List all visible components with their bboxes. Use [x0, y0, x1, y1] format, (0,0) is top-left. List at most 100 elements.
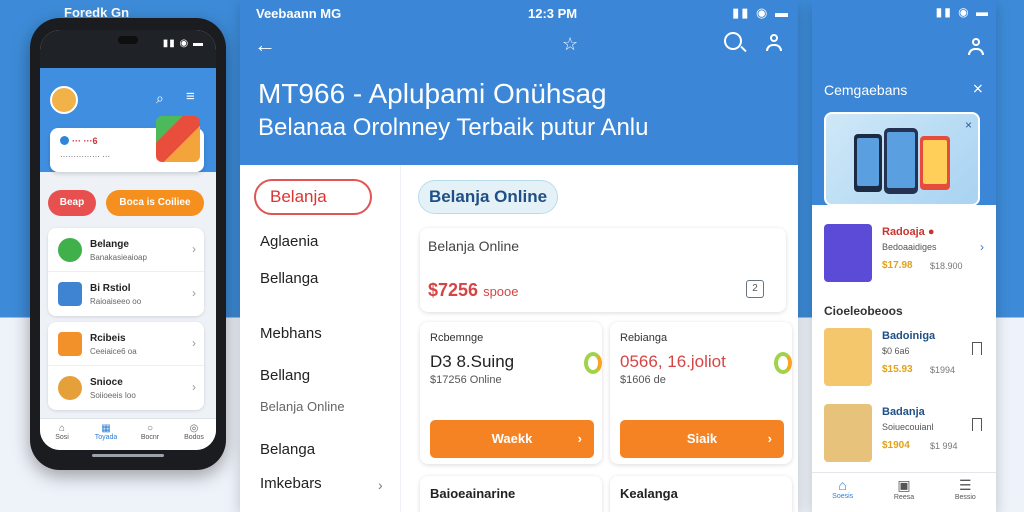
- bookmark-icon[interactable]: [972, 418, 982, 431]
- list-item[interactable]: Belange Banakasieaioap ›: [48, 228, 204, 272]
- close-icon[interactable]: ⨯: [972, 80, 984, 97]
- product-thumbnail: [824, 328, 872, 386]
- category-sidebar: Belanja Aglaenia Bellanga Mebhans Bellan…: [240, 165, 400, 512]
- circle-icon: ○: [146, 423, 154, 434]
- phone-mockup: ▮▮ ◉ ▬ ⌕ ≡ ··· ···6 ··············· ··· …: [30, 18, 226, 470]
- item-sub: $0 6a6: [882, 346, 910, 356]
- sidebar-item[interactable]: Bellanga: [260, 270, 318, 287]
- promo-banner[interactable]: ×: [824, 112, 980, 206]
- item-icon: [58, 332, 82, 356]
- nav-item-home[interactable]: ⌂ Soesis: [812, 473, 873, 512]
- chevron-right-icon: ›: [577, 431, 582, 446]
- nav-item-orders[interactable]: ▣ Reesa: [873, 473, 934, 512]
- nav-item-home[interactable]: ⌂ Sosi: [40, 419, 84, 450]
- status-icons: ▮▮ ◉ ▬: [162, 38, 204, 49]
- category-chip-active[interactable]: Belanja: [254, 179, 372, 215]
- item-price-old: $1 994: [930, 441, 958, 451]
- nav-item-search[interactable]: ○ Bocnr: [128, 419, 172, 450]
- list-item[interactable]: Snioce Soiioeeis Ioo ›: [48, 366, 204, 410]
- checkbox[interactable]: 2: [746, 280, 764, 298]
- search-icon[interactable]: [724, 32, 742, 50]
- sidebar-item[interactable]: Bellang: [260, 367, 310, 384]
- bookmark-icon[interactable]: [972, 342, 982, 355]
- sidebar-item[interactable]: Aglaenia: [260, 233, 318, 250]
- product-card[interactable]: Rcbemnge D3 8.Suing $17256 Online Waekk ›: [420, 322, 602, 464]
- product-title: D3 8.Suing: [430, 352, 515, 371]
- sidebar-item[interactable]: Belanja Online: [260, 399, 345, 414]
- item-icon: [58, 282, 82, 306]
- list-item[interactable]: Rcibeis Ceeiaice6 oa ›: [48, 322, 204, 366]
- nav-label: Bodos: [184, 434, 204, 441]
- item-sub: Ceeiaice6 oa: [90, 347, 137, 356]
- item-price-old: $18.900: [930, 261, 963, 271]
- nav-item-apps[interactable]: ▦ Toyada: [84, 419, 128, 450]
- product-kicker: Rebianga: [620, 332, 668, 344]
- promo-banner[interactable]: ··· ···6 ··············· ···: [50, 116, 204, 172]
- product-card[interactable]: Baioeainarine: [420, 476, 602, 512]
- status-time: 12:3 PM: [528, 6, 578, 21]
- featured-card[interactable]: Belanja Online $7256 spooe 2: [420, 228, 786, 312]
- nav-item-menu[interactable]: ☰ Bessio: [935, 473, 996, 512]
- product-title: Kealanga: [620, 486, 678, 501]
- avatar[interactable]: [50, 86, 78, 114]
- item-name: Snioce: [90, 377, 123, 388]
- item-sub: Bedoaaidiges: [882, 242, 937, 252]
- buy-button[interactable]: Siaik ›: [620, 420, 784, 458]
- chevron-right-icon: ›: [192, 336, 196, 350]
- tab-active-chip[interactable]: Belanja Online: [418, 180, 558, 214]
- home-icon: ⌂: [838, 477, 847, 493]
- product-thumbnail: [824, 224, 872, 282]
- phone-illustration: [854, 134, 882, 192]
- chevron-right-icon: ›: [767, 431, 772, 446]
- sidebar-item[interactable]: Belanga: [260, 441, 315, 458]
- buy-button[interactable]: Waekk ›: [430, 420, 594, 458]
- chevron-right-icon: ›: [378, 477, 383, 493]
- item-sub: Soiioeeis Ioo: [90, 391, 136, 400]
- search-icon[interactable]: ⌕: [156, 90, 164, 107]
- nav-label: Toyada: [94, 434, 118, 441]
- product-card[interactable]: Rebianga 0566, 16.joliot $1606 de Siaik ›: [610, 322, 792, 464]
- back-arrow-icon[interactable]: ←: [254, 32, 276, 58]
- banner-close-icon[interactable]: ×: [965, 118, 972, 132]
- status-icons: ▮▮ ◉ ▬: [732, 5, 790, 20]
- banner-dot-icon: [60, 136, 69, 145]
- page-title: MT966 - Apluþami Onühsag: [258, 78, 607, 109]
- user-icon[interactable]: [968, 38, 984, 55]
- product-card[interactable]: Kealanga: [610, 476, 792, 512]
- card-label: Belanja Online: [428, 238, 520, 254]
- nav-item-profile[interactable]: ◎ Bodos: [172, 419, 216, 450]
- item-price-old: $1994: [930, 365, 956, 375]
- pill-button[interactable]: Boca is Coiliee: [106, 190, 204, 216]
- app-header: Veebaann MG 12:3 PM ▮▮ ◉ ▬ ← ☆ MT966 - A…: [240, 0, 798, 165]
- user-icon[interactable]: [766, 34, 782, 51]
- menu-icon[interactable]: ≡: [186, 88, 195, 105]
- main-app-window: Veebaann MG 12:3 PM ▮▮ ◉ ▬ ← ☆ MT966 - A…: [240, 0, 798, 512]
- nav-label: Bocnr: [140, 434, 160, 441]
- phone-list-card: Rcibeis Ceeiaice6 oa › Snioce Soiioeeis …: [48, 322, 204, 410]
- star-icon[interactable]: ☆: [562, 34, 578, 55]
- product-sub: $17256 Online: [430, 374, 502, 386]
- pill-button[interactable]: Beap: [48, 190, 96, 216]
- item-sub: Banakasieaioap: [90, 253, 147, 262]
- item-icon: [58, 238, 82, 262]
- item-name: Bi Rstiol: [90, 283, 131, 294]
- item-name: Rcibeis: [90, 333, 126, 344]
- carrier-label: Veebaann MG: [256, 6, 342, 21]
- sidebar-item[interactable]: Mebhans: [260, 325, 322, 342]
- product-sub: $1606 de: [620, 374, 666, 386]
- phone-bottom-nav: ⌂ Sosi ▦ Toyada ○ Bocnr ◎ Bodos: [40, 418, 216, 450]
- sidebar-item[interactable]: Imkebars: [260, 475, 322, 492]
- item-name: Belange: [90, 239, 129, 250]
- home-indicator: [92, 454, 164, 457]
- phone-illustration: [884, 128, 918, 194]
- grid-icon: ▦: [101, 423, 111, 434]
- product-thumbnail: [824, 404, 872, 462]
- item-sub: Raioaiseeo oo: [90, 297, 142, 306]
- chevron-right-icon: ›: [192, 242, 196, 256]
- divider: [400, 165, 401, 512]
- status-icons: ▮▮ ◉ ▬: [935, 5, 990, 19]
- nav-label: Bessio: [954, 494, 976, 501]
- list-item[interactable]: Bi Rstiol Raioaiseeo oo ›: [48, 272, 204, 316]
- brand-mark-icon: [774, 352, 792, 374]
- right-app-panel: ▮▮ ◉ ▬ Cemgaebans ⨯ × Radoaja ● Bedoaaid…: [812, 0, 996, 512]
